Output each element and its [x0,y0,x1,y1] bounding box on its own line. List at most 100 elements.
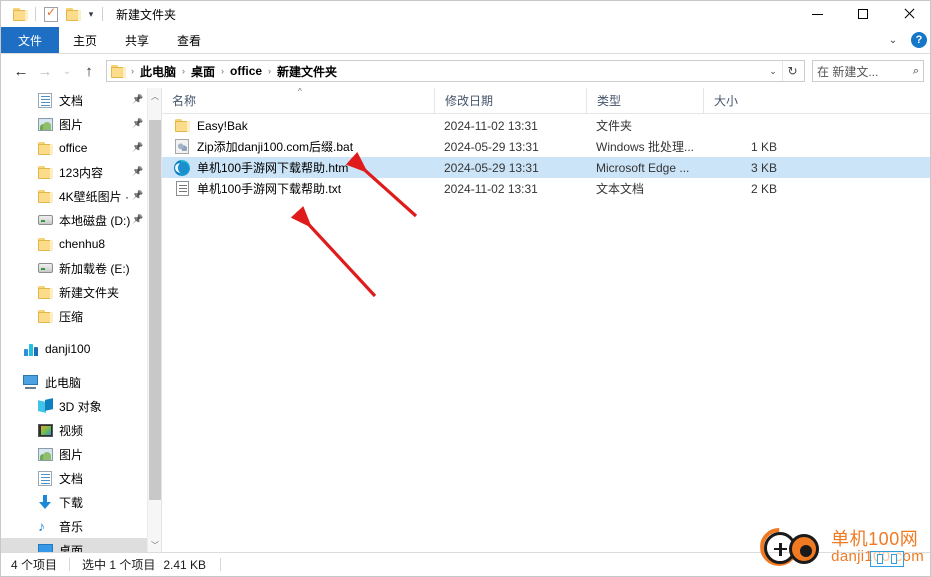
chevron-up-icon[interactable]: ︿ [148,88,161,104]
folder-icon [37,188,53,204]
sidebar-item-label: 新加载卷 (E:) [59,261,130,276]
sidebar-item-danji100[interactable]: danji100 [1,337,147,361]
arrow-pointing-to-txt-row [290,206,377,298]
sidebar-item-视频[interactable]: 视频 [1,418,147,442]
tab-share[interactable]: 共享 [111,27,163,53]
search-input[interactable]: 在 新建文... ⌕ [812,60,924,82]
status-divider [69,558,71,571]
breadcrumb-address-bar[interactable]: › 此电脑 › 桌面 › office › 新建文件夹 ⌄ ↻ [106,60,805,82]
drive-icon [37,215,53,225]
sidebar-item-office[interactable]: office 📌 [1,136,147,160]
sidebar-item-图片[interactable]: 图片 📌 [1,112,147,136]
navigation-scrollbar[interactable]: ︿ ﹀ [147,88,161,553]
table-row[interactable]: 单机100手游网下载帮助.htm 2024-05-29 13:31 Microsof… [162,157,930,178]
column-header-size[interactable]: 大小 [703,87,791,114]
sidebar-item-文档[interactable]: 文档 📌 [1,88,147,112]
breadcrumb-item-this-pc[interactable]: 此电脑 [137,63,179,80]
file-date-cell: 2024-05-29 13:31 [444,160,539,175]
sidebar-item-本地磁盘-(d:)[interactable]: 本地磁盘 (D:) 📌 [1,208,147,232]
file-explorer-window: ▾ 新建文件夹 文件 主页 共享 查看 ⌄ ? ← → ⌄ ↑ [0,0,931,577]
tab-home[interactable]: 主页 [59,27,111,53]
file-type-cell: Windows 批处理... [596,140,695,154]
sidebar-item-123内容[interactable]: 123内容 📌 [1,160,147,184]
forward-arrow-icon[interactable]: → [33,59,57,83]
refresh-icon[interactable]: ↻ [782,61,802,81]
folder-icon [37,165,53,179]
column-header-type[interactable]: 类型 [586,87,703,114]
sidebar-item-label: office [59,141,88,155]
column-header-type-label: 类型 [597,94,622,108]
sidebar-item-图片[interactable]: 图片 [1,442,147,466]
folder-icon [37,308,53,324]
file-name-cell[interactable]: Easy!Bak [162,118,434,134]
chevron-down-icon[interactable]: ⌄ [764,61,782,81]
scrollbar-thumb[interactable] [149,120,161,500]
breadcrumb-item-new-folder[interactable]: 新建文件夹 [274,63,340,80]
file-date-cell: 2024-11-02 13:31 [444,118,538,133]
sidebar-item-文档[interactable]: 文档 [1,466,147,490]
table-row[interactable]: Easy!Bak 2024-11-02 13:31 文件夹 [162,115,930,136]
close-icon[interactable] [886,1,930,27]
pin-icon[interactable]: 📌 [132,214,143,225]
new-folder-icon[interactable] [62,3,84,25]
back-arrow-icon[interactable]: ← [9,59,33,83]
folder-icon [37,309,53,323]
sidebar-item-桌面[interactable]: 桌面 [1,538,147,553]
table-row[interactable]: 单机100手游网下载帮助.txt 2024-11-02 13:31 文本文档 2 KB [162,178,930,199]
status-item-count: 4 个项目 [11,558,58,572]
chevron-down-icon[interactable]: ▾ [84,3,98,25]
minimize-icon[interactable] [794,1,840,27]
sidebar-item-新加载卷-(e:)[interactable]: 新加载卷 (E:) [1,256,147,280]
help-icon[interactable]: ? [906,27,930,53]
sidebar-item-此电脑[interactable]: 此电脑 [1,370,147,394]
up-arrow-icon[interactable]: ↑ [77,59,101,83]
sidebar-item-label: 图片 [59,117,84,132]
maximize-icon[interactable] [840,1,886,27]
sidebar-item-3d-对象[interactable]: 3D 对象 [1,394,147,418]
breadcrumb-item-office[interactable]: office [227,64,265,78]
sidebar-item-下载[interactable]: 下载 [1,490,147,514]
sidebar-item-新建文件夹[interactable]: 新建文件夹 [1,280,147,304]
sidebar-item-4k壁纸图片-·[interactable]: 4K壁纸图片 · 📌 [1,184,147,208]
drive-icon [37,260,53,276]
3d-objects-icon [37,397,53,414]
pin-icon[interactable]: 📌 [132,118,143,129]
file-size-cell: 3 KB [750,160,777,175]
file-name-cell[interactable]: 单机100手游网下载帮助.htm [162,159,434,176]
search-icon[interactable]: ⌕ [913,65,919,78]
column-header-name[interactable]: 名称 ^ [162,87,434,114]
column-header-date[interactable]: 修改日期 [434,87,586,114]
pin-icon[interactable]: 📌 [132,142,143,153]
sidebar-item-label: 4K壁纸图片 · [59,189,130,204]
nav-group-gap [1,361,147,370]
documents-icon [38,92,52,108]
breadcrumb-item-desktop[interactable]: 桌面 [188,63,218,80]
table-row[interactable]: Zip添加danji100.com后缀.bat 2024-05-29 13:31 W… [162,136,930,157]
file-name-cell[interactable]: 单机100手游网下载帮助.txt [162,180,434,197]
sidebar-item-音乐[interactable]: ♪ 音乐 [1,514,147,538]
breadcrumb-separator-2: › [221,66,225,76]
status-selection-count: 选中 1 个项目 [82,558,156,572]
pin-icon[interactable]: 📌 [132,94,143,105]
pin-icon[interactable]: 📌 [132,190,143,201]
properties-checkbox-icon[interactable] [40,3,62,25]
ribbon-divider [1,53,930,54]
sidebar-item-压缩[interactable]: 压缩 [1,304,147,328]
chevron-down-icon[interactable]: ⌄ [880,27,906,53]
status-divider-2 [220,558,222,571]
sidebar-item-label: 新建文件夹 [59,285,120,300]
file-type-cell: 文件夹 [596,119,633,133]
folder-icon[interactable] [9,3,31,25]
pin-icon[interactable]: 📌 [132,166,143,177]
tab-view[interactable]: 查看 [163,27,215,53]
pictures-icon [37,116,53,132]
chevron-down-icon[interactable]: ﹀ [148,537,161,553]
onedrive-icon [23,342,39,356]
tab-file[interactable]: 文件 [1,27,60,53]
sidebar-item-chenhu8[interactable]: chenhu8 [1,232,147,256]
folder-icon [37,284,53,300]
text-file-icon [175,181,189,196]
file-name-cell[interactable]: Zip添加danji100.com后缀.bat [162,138,434,155]
recent-locations-icon[interactable]: ⌄ [57,59,77,83]
breadcrumb-separator-3: › [268,66,272,76]
